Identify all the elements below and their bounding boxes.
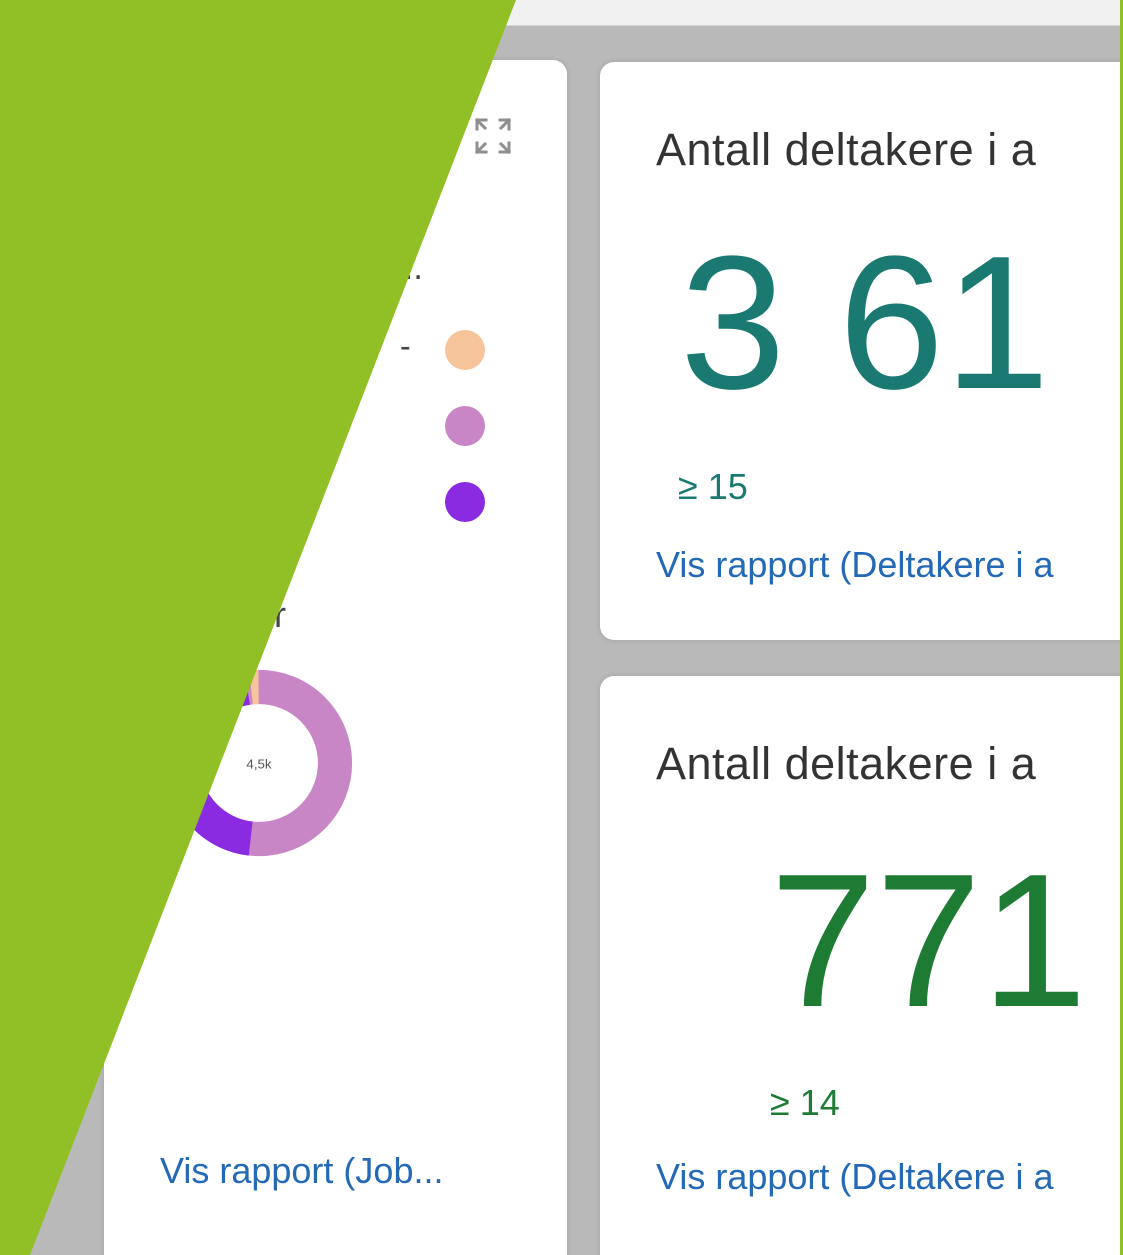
- kpi-card-2: Antall deltakere i a 771 ≥ 14 Vis rappor…: [600, 676, 1123, 1255]
- view-participants-report-link[interactable]: Vis rapport (Deltakere i a: [656, 1156, 1054, 1198]
- kpi-target: ≥ 14: [770, 1082, 840, 1123]
- legend-dot-pink: [445, 406, 485, 446]
- donut-center-label: 4,5k: [246, 757, 271, 772]
- donut-chart[interactable]: 4,5k: [164, 668, 354, 858]
- text-fragment-a: l: [274, 530, 282, 571]
- legend-title: slu...: [349, 248, 423, 287]
- view-job-report-link[interactable]: Vis rapport (Job...: [160, 1150, 443, 1192]
- text-fragment-b: ter: [244, 594, 287, 635]
- legend-dot-purple: [445, 482, 485, 522]
- expand-icon[interactable]: [473, 116, 513, 156]
- screenshot-stage: slu... - l ter 4,5k Vis rapport (Job... …: [0, 0, 1123, 1255]
- browser-top-bar: [0, 0, 1123, 26]
- kpi-title: Antall deltakere i a: [656, 124, 1037, 175]
- legend-dash: -: [400, 328, 411, 364]
- job-report-card: slu... - l ter 4,5k Vis rapport (Job...: [104, 60, 567, 1255]
- kpi-target: ≥ 15: [678, 466, 748, 507]
- view-participants-report-link[interactable]: Vis rapport (Deltakere i a: [656, 544, 1054, 586]
- kpi-value: 3 61: [680, 217, 1050, 429]
- kpi-title: Antall deltakere i a: [656, 738, 1037, 789]
- kpi-value: 771: [770, 835, 1088, 1047]
- legend-dot-peach: [445, 330, 485, 370]
- kpi-card-1: Antall deltakere i a 3 61 ≥ 15 Vis rappo…: [600, 62, 1123, 640]
